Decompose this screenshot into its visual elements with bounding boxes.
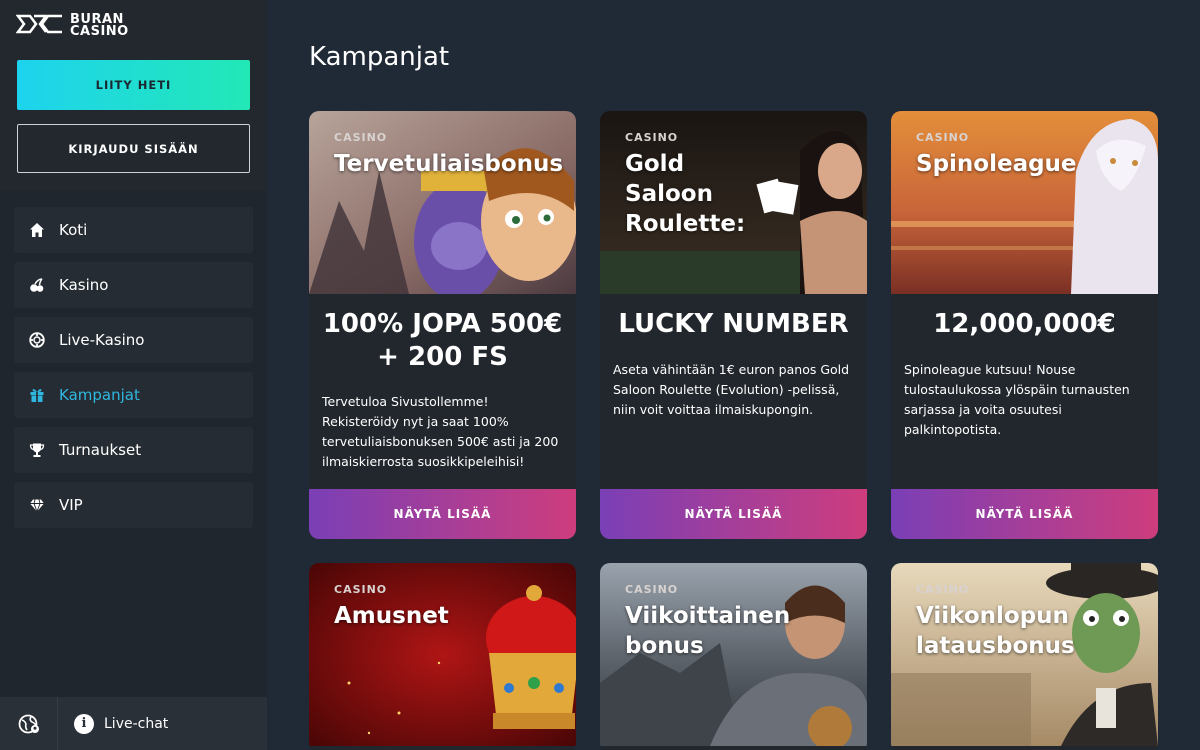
home-icon xyxy=(29,222,45,238)
show-more-button[interactable]: NÄYTÄ LISÄÄ xyxy=(309,489,576,539)
chip-icon xyxy=(29,332,45,348)
promo-title: Viikonlopun latausbonus xyxy=(916,603,1075,659)
promo-category-tag: CASINO xyxy=(334,583,388,596)
promo-body: LUCKY NUMBER Aseta vähintään 1€ euron pa… xyxy=(600,294,867,489)
sidebar-item-kampanjat[interactable]: Kampanjat xyxy=(14,372,253,418)
info-icon: i xyxy=(74,713,94,734)
promo-category-tag: CASINO xyxy=(916,131,970,144)
promo-card: CASINO Spinoleague 12,000,000€ Spinoleag… xyxy=(891,111,1158,539)
sidebar-item-vip[interactable]: VIP xyxy=(14,482,253,528)
brand-name: BURAN CASINO xyxy=(70,13,129,39)
promo-title: Spinoleague xyxy=(916,151,1077,177)
promo-card: CASINO Viikonlopun latausbonus xyxy=(891,563,1158,750)
promo-title: Gold Saloon Roulette: xyxy=(625,151,746,237)
sidebar-item-label: Live-Kasino xyxy=(59,331,145,349)
sidebar-item-label: Turnaukset xyxy=(59,441,142,459)
live-chat-label: Live-chat xyxy=(104,715,169,732)
promo-description: Tervetuloa Sivustollemme! Rekisteröidy n… xyxy=(322,394,559,469)
promo-headline: 100% JOPA 500€ + 200 FS xyxy=(322,309,563,372)
promo-description: Aseta vähintään 1€ euron panos Gold Salo… xyxy=(613,362,850,417)
show-more-button[interactable]: NÄYTÄ LISÄÄ xyxy=(891,489,1158,539)
logo-mark-icon xyxy=(16,14,62,34)
sidebar-footer: i Live-chat xyxy=(0,697,267,750)
promo-category-tag: CASINO xyxy=(916,583,970,596)
promo-title: Viikoittainen bonus xyxy=(625,603,791,659)
sidebar-item-label: Koti xyxy=(59,221,88,239)
sidebar-item-live-kasino[interactable]: Live-Kasino xyxy=(14,317,253,363)
promo-card: CASINO Tervetuliaisbonus 100% JOPA 500€ … xyxy=(309,111,576,539)
show-more-button[interactable]: NÄYTÄ LISÄÄ xyxy=(600,489,867,539)
sidebar-item-koti[interactable]: Koti xyxy=(14,207,253,253)
join-button[interactable]: LIITY HETI xyxy=(17,60,250,110)
promo-body: 100% JOPA 500€ + 200 FS Tervetuloa Sivus… xyxy=(309,294,576,489)
promo-headline: LUCKY NUMBER xyxy=(618,309,849,339)
promo-card: CASINO Viikoittainen bonus xyxy=(600,563,867,750)
globe-icon xyxy=(18,714,39,733)
gift-icon xyxy=(29,387,45,403)
sidebar-item-label: Kampanjat xyxy=(59,386,140,404)
diamond-icon xyxy=(29,497,45,513)
promo-description: Spinoleague kutsuu! Nouse tulostaulukoss… xyxy=(904,362,1130,437)
promo-category-tag: CASINO xyxy=(625,583,679,596)
promo-card: CASINO Amusnet xyxy=(309,563,576,750)
brand-line-2: CASINO xyxy=(70,24,129,39)
promo-title: Amusnet xyxy=(334,603,449,629)
login-button[interactable]: KIRJAUDU SISÄÄN xyxy=(17,124,250,173)
sidebar-item-kasino[interactable]: Kasino xyxy=(14,262,253,308)
brand-logo[interactable]: BURAN CASINO xyxy=(16,12,129,40)
cherries-icon xyxy=(29,277,45,293)
promo-card: CASINO Gold Saloon Roulette: LUCKY NUMBE… xyxy=(600,111,867,539)
language-button[interactable] xyxy=(0,697,58,750)
sidebar-nav: Koti Kasino Live-Kasino Kampanjat Turnau… xyxy=(14,207,253,537)
sidebar-item-label: VIP xyxy=(59,496,83,514)
promo-body: 12,000,000€ Spinoleague kutsuu! Nouse tu… xyxy=(891,294,1158,489)
promo-category-tag: CASINO xyxy=(625,131,679,144)
sidebar: BURAN CASINO LIITY HETI KIRJAUDU SISÄÄN … xyxy=(0,0,267,750)
sidebar-header: BURAN CASINO LIITY HETI KIRJAUDU SISÄÄN xyxy=(0,0,267,190)
promo-title: Tervetuliaisbonus xyxy=(334,151,564,177)
page-title: Kampanjat xyxy=(309,42,450,72)
sidebar-item-label: Kasino xyxy=(59,276,109,294)
trophy-icon xyxy=(29,442,45,458)
promo-category-tag: CASINO xyxy=(334,131,388,144)
sidebar-item-turnaukset[interactable]: Turnaukset xyxy=(14,427,253,473)
promo-headline: 12,000,000€ xyxy=(933,309,1116,339)
live-chat-button[interactable]: i Live-chat xyxy=(58,713,169,734)
